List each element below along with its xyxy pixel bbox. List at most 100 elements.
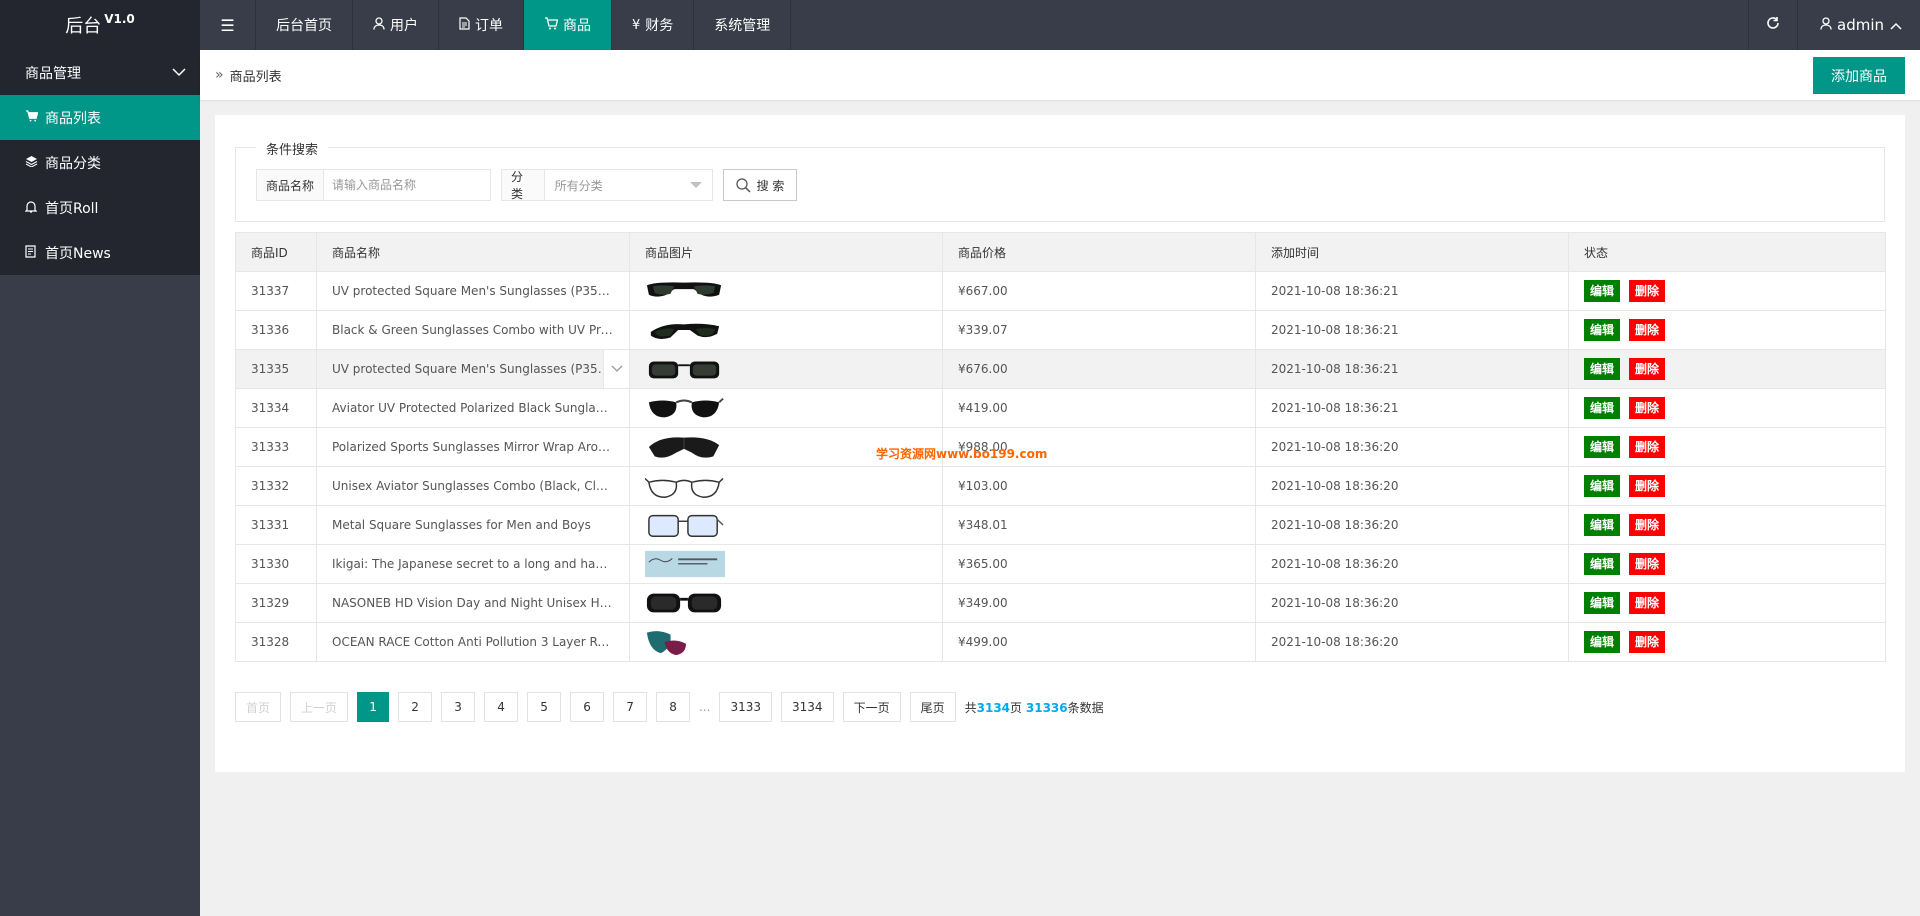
first-page-button[interactable]: 首页	[235, 692, 282, 722]
delete-button[interactable]: 删除	[1629, 358, 1666, 380]
page-button[interactable]: 3	[441, 692, 476, 722]
page-button[interactable]: 3134	[781, 692, 834, 722]
cell-time: 2021-10-08 18:36:21	[1255, 310, 1569, 350]
search-legend: 条件搜索	[256, 139, 329, 158]
nav-item-system[interactable]: 系统管理	[694, 0, 792, 50]
nav-item-users[interactable]: 用户	[353, 0, 439, 50]
nav-item-label: 系统管理	[714, 18, 771, 34]
nav-item-products[interactable]: 商品	[524, 0, 612, 50]
cell-id: 31328	[235, 622, 317, 662]
edit-button[interactable]: 编辑	[1584, 514, 1621, 536]
delete-button[interactable]: 删除	[1629, 514, 1666, 536]
col-header-status: 状态	[1568, 232, 1886, 272]
sidebar-group-products[interactable]: 商品管理	[0, 50, 200, 95]
chevron-up-icon	[1890, 16, 1902, 34]
product-thumbnail[interactable]	[645, 432, 725, 462]
delete-button[interactable]: 删除	[1629, 436, 1666, 458]
edit-button[interactable]: 编辑	[1584, 280, 1621, 302]
layers-icon	[25, 155, 41, 170]
edit-button[interactable]: 编辑	[1584, 319, 1621, 341]
category-field: 分类 所有分类	[501, 169, 713, 201]
page-button[interactable]: 7	[613, 692, 648, 722]
page-button[interactable]: 1	[357, 692, 390, 722]
delete-button[interactable]: 删除	[1629, 592, 1666, 614]
cell-id: 31329	[235, 583, 317, 623]
cell-price: ¥365.00	[942, 544, 1256, 584]
page-button[interactable]: 4	[484, 692, 519, 722]
refresh-button[interactable]	[1748, 0, 1797, 50]
cell-name: UV protected Square Men's Sunglasses (P3…	[316, 271, 630, 311]
page-button[interactable]: 3133	[719, 692, 773, 722]
sidebar-item-news[interactable]: 首页News	[0, 230, 200, 275]
sidebar-item-product-list[interactable]: 商品列表	[0, 95, 200, 140]
table-row[interactable]: 31337 UV protected Square Men's Sunglasse…	[235, 271, 1886, 311]
product-thumbnail[interactable]	[645, 315, 725, 345]
menu-toggle-button[interactable]: ☰	[200, 0, 256, 50]
edit-button[interactable]: 编辑	[1584, 631, 1621, 653]
pagination: 首页 上一页 1 2 3 4 5 6 7 8 ... 3133 3134 下一页…	[235, 692, 1104, 722]
product-thumbnail[interactable]	[645, 549, 725, 579]
sidebar-item-roll[interactable]: 首页Roll	[0, 185, 200, 230]
expand-cell-button[interactable]	[603, 350, 629, 388]
product-thumbnail[interactable]	[645, 354, 725, 384]
delete-button[interactable]: 删除	[1629, 475, 1666, 497]
page-button[interactable]: 2	[398, 692, 433, 722]
table-row[interactable]: 31333 Polarized Sports Sunglasses Mirror …	[235, 427, 1886, 467]
sidebar-item-label: 商品分类	[45, 155, 101, 172]
table-row[interactable]: 31329 NASONEB HD Vision Day and Night Uni…	[235, 583, 1886, 623]
cell-name: Metal Square Sunglasses for Men and Boys	[316, 505, 630, 545]
product-thumbnail[interactable]	[645, 393, 725, 423]
edit-button[interactable]: 编辑	[1584, 475, 1621, 497]
prev-page-button[interactable]: 上一页	[290, 692, 349, 722]
cell-name: Aviator UV Protected Polarized Black Sun…	[316, 388, 630, 428]
delete-button[interactable]: 删除	[1629, 631, 1666, 653]
logo[interactable]: 后台 V1.0	[0, 0, 200, 50]
last-page-button[interactable]: 尾页	[909, 692, 956, 722]
table-row[interactable]: 31334 Aviator UV Protected Polarized Blac…	[235, 388, 1886, 428]
delete-button[interactable]: 删除	[1629, 319, 1666, 341]
product-thumbnail[interactable]	[645, 276, 725, 306]
cell-image	[629, 388, 943, 428]
table-row[interactable]: 31335 UV protected Square Men's Sunglasse…	[235, 349, 1886, 389]
edit-button[interactable]: 编辑	[1584, 592, 1621, 614]
page-button[interactable]: 8	[656, 692, 691, 722]
sidebar-item-category[interactable]: 商品分类	[0, 140, 200, 185]
table-row[interactable]: 31336 Black & Green Sunglasses Combo with…	[235, 310, 1886, 350]
edit-button[interactable]: 编辑	[1584, 553, 1621, 575]
product-name-field: 商品名称	[256, 169, 491, 201]
cell-time: 2021-10-08 18:36:20	[1255, 466, 1569, 506]
edit-button[interactable]: 编辑	[1584, 358, 1621, 380]
delete-button[interactable]: 删除	[1629, 280, 1666, 302]
nav-item-finance[interactable]: ¥ 财务	[612, 0, 695, 50]
category-select-value: 所有分类	[554, 178, 603, 193]
table-row[interactable]: 31328 OCEAN RACE Cotton Anti Pollution 3 …	[235, 622, 1886, 662]
cell-name: UV protected Square Men's Sunglasses (P3…	[316, 349, 630, 389]
product-thumbnail[interactable]	[645, 510, 725, 540]
search-button[interactable]: 搜 索	[723, 169, 797, 201]
user-menu[interactable]: admin	[1797, 0, 1920, 50]
nav-item-orders[interactable]: 订单	[439, 0, 524, 50]
category-label: 分类	[502, 170, 545, 201]
category-select[interactable]: 所有分类	[544, 170, 712, 200]
delete-button[interactable]: 删除	[1629, 553, 1666, 575]
cell-id: 31333	[235, 427, 317, 467]
table-row[interactable]: 31332 Unisex Aviator Sunglasses Combo (Bl…	[235, 466, 1886, 506]
nav-item-label: 后台首页	[276, 18, 332, 34]
table-row[interactable]: 31330 Ikigai: The Japanese secret to a lo…	[235, 544, 1886, 584]
cell-time: 2021-10-08 18:36:20	[1255, 427, 1569, 467]
product-thumbnail[interactable]	[645, 471, 725, 501]
product-name-input[interactable]	[324, 170, 485, 200]
table-row[interactable]: 31331 Metal Square Sunglasses for Men and…	[235, 505, 1886, 545]
delete-button[interactable]: 删除	[1629, 397, 1666, 419]
search-fieldset: 条件搜索 商品名称 分类 所有分类 搜 索	[235, 139, 1885, 222]
page-button[interactable]: 5	[527, 692, 562, 722]
product-thumbnail[interactable]	[645, 627, 725, 657]
edit-button[interactable]: 编辑	[1584, 397, 1621, 419]
next-page-button[interactable]: 下一页	[842, 692, 901, 722]
page-button[interactable]: 6	[570, 692, 605, 722]
dropdown-arrow-icon	[690, 182, 702, 188]
add-product-button[interactable]: 添加商品	[1813, 57, 1905, 94]
nav-item-home[interactable]: 后台首页	[256, 0, 353, 50]
edit-button[interactable]: 编辑	[1584, 436, 1621, 458]
product-thumbnail[interactable]	[645, 588, 725, 618]
